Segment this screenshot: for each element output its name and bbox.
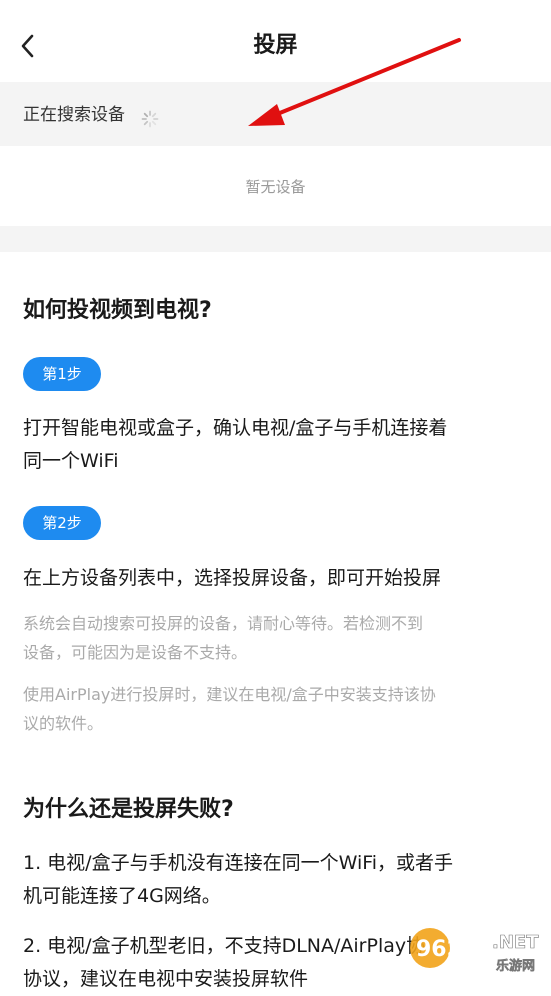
section-divider [0,226,551,252]
search-status-text: 正在搜索设备 [23,105,125,125]
step-2-hint-2: 使用AirPlay进行投屏时，建议在电视/盒子中安装支持该协 议的软件。 [23,685,436,733]
empty-device-text: 暂无设备 [245,178,306,196]
step-1-text: 打开智能电视或盒子，确认电视/盒子与手机连接着 同一个WiFi [23,417,448,472]
app-header: 投屏 [0,0,551,82]
device-list: 暂无设备 [0,146,551,226]
step-1-badge: 第1步 [23,357,101,391]
step-2-hint-1: 系统会自动搜索可投屏的设备，请耐心等待。若检测不到 设备，可能因为是设备不支持。 [23,614,424,662]
svg-text:乐游网: 乐游网 [496,958,535,974]
step-2-badge: 第2步 [23,506,101,540]
search-status-bar: 正在搜索设备 [0,82,551,146]
page-title: 投屏 [253,33,298,58]
svg-text:.NET: .NET [492,932,539,953]
svg-text:962: 962 [416,937,462,962]
loading-spinner-icon [141,110,159,128]
watermark-logo: 962 .NET 乐游网 [408,922,548,976]
guide-title: 如何投视频到电视? [23,298,212,323]
step-2-text: 在上方设备列表中，选择投屏设备，即可开始投屏 [23,567,442,589]
faq-title: 为什么还是投屏失败? [23,797,234,822]
faq-item-1: 1. 电视/盒子与手机没有连接在同一个WiFi，或者手 机可能连接了4G网络。 [23,852,454,907]
